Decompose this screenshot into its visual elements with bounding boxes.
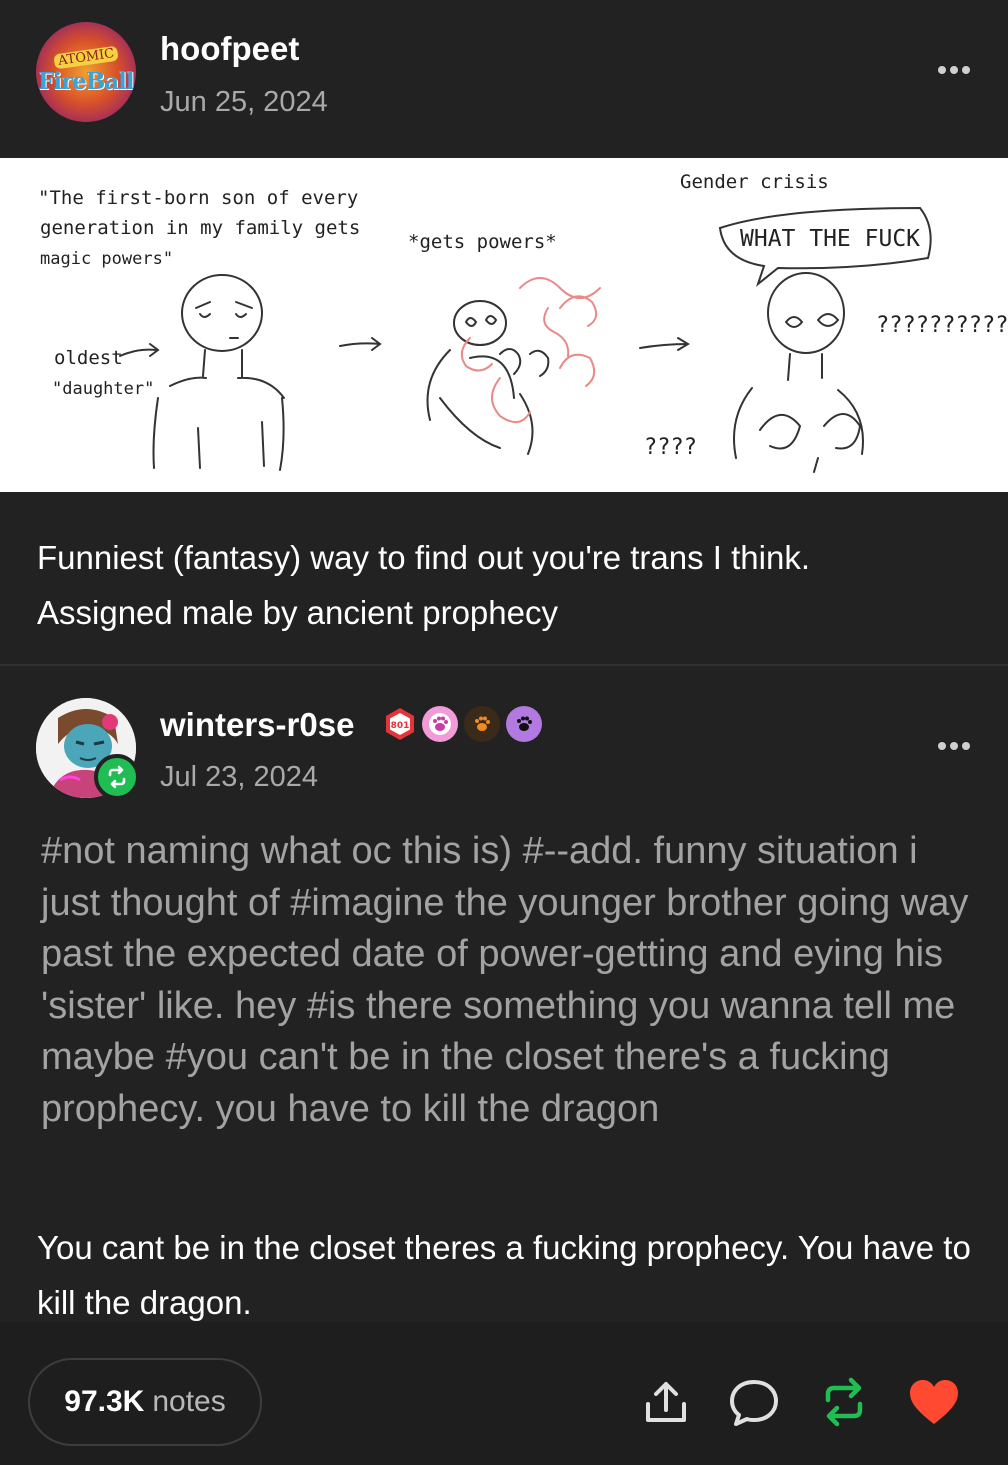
panel3-body (733, 353, 864, 473)
user-badges: 801 (384, 706, 542, 742)
panel2-head (453, 300, 507, 346)
comic-image: "The first-born son of every generation … (0, 158, 1008, 492)
panel3-head (767, 272, 845, 354)
reply-bubble-icon[interactable] (726, 1374, 782, 1430)
reblog-icon[interactable] (816, 1374, 872, 1430)
panel2-face (465, 315, 498, 327)
magic-swirls (460, 277, 601, 423)
reblog-username[interactable]: winters-r0se (160, 706, 354, 744)
reblog-tags[interactable]: #not naming what oc this is) #--add. fun… (41, 826, 971, 1135)
panel1-body (152, 349, 285, 471)
heart-icon[interactable] (906, 1374, 962, 1430)
notes-count: 97.3K (64, 1385, 145, 1418)
panel3-speech: WHAT THE FUCK (740, 226, 920, 252)
original-post-header: ATOMIC FireBall hoofpeet Jun 25, 2024 (0, 0, 1008, 158)
hexagon-badge-icon[interactable]: 801 (384, 706, 416, 742)
panel3-face (785, 313, 840, 328)
avatar[interactable]: ATOMIC FireBall (36, 22, 136, 122)
panel1-head (181, 274, 263, 352)
avatar-logo-text: FireBall (38, 68, 135, 95)
caption-line: Assigned male by ancient prophecy (37, 594, 558, 631)
panel-arrow (339, 337, 382, 351)
paw-badge-icon[interactable] (506, 706, 542, 742)
more-dots-icon[interactable] (934, 60, 974, 80)
panel1-arrow (119, 343, 160, 357)
post-caption: Funniest (fantasy) way to find out you'r… (37, 530, 977, 640)
reblog-badge-glyph (108, 765, 126, 789)
panel2-caption: *gets powers* (408, 231, 557, 253)
post-footer: 97.3K notes (0, 1322, 1008, 1465)
divider (0, 664, 1008, 666)
caption-line: Funniest (fantasy) way to find out you'r… (37, 539, 811, 576)
paw-badge-icon[interactable] (464, 706, 500, 742)
more-dots-icon[interactable] (934, 736, 974, 756)
panel2-question: ???? (644, 435, 697, 460)
comic-drawing: "The first-born son of every generation … (38, 171, 1008, 473)
panel1-face (195, 301, 253, 339)
panel1-quote-line: "The first-born son of every (38, 187, 358, 209)
panel1-quote-line: magic powers" (40, 249, 173, 269)
notes-button[interactable]: 97.3K notes (28, 1358, 262, 1446)
paw-badge-icon[interactable] (422, 706, 458, 742)
post-username[interactable]: hoofpeet (160, 30, 299, 68)
panel3-question: ?????????? (876, 313, 1008, 338)
panel-arrow (639, 337, 690, 351)
panel3-caption: Gender crisis (680, 171, 829, 193)
panel2-body (426, 348, 550, 455)
panel1-label: oldest (54, 347, 123, 369)
avatar-logo-text: ATOMIC (53, 45, 120, 70)
post-date: Jun 25, 2024 (160, 86, 328, 118)
reblog-date: Jul 23, 2024 (160, 761, 319, 793)
panel1-quote-line: generation in my family gets (40, 217, 360, 239)
share-icon[interactable] (638, 1374, 694, 1430)
badge-label: 801 (391, 721, 410, 731)
reblog-comment: You cant be in the closet theres a fucki… (37, 1229, 971, 1321)
panel1-label: "daughter" (52, 379, 154, 399)
notes-label: notes (152, 1385, 226, 1418)
reblog-icon (94, 754, 140, 800)
